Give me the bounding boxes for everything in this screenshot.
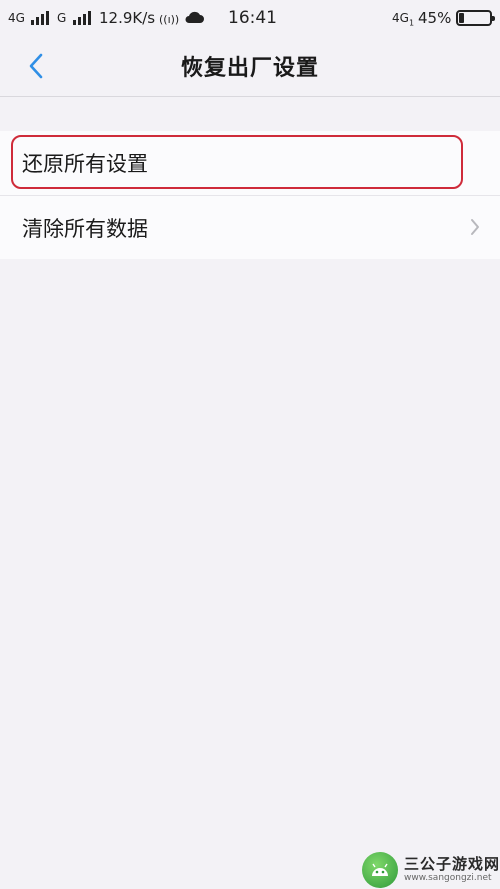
signal-strength-icon (31, 10, 49, 25)
network-type-sim1: 4G (8, 11, 25, 25)
cloud-icon (184, 9, 204, 30)
network-speed: 12.9K/s (99, 9, 156, 27)
reset-all-settings-item[interactable]: 还原所有设置 (0, 131, 500, 195)
signal-strength-icon (73, 10, 91, 25)
watermark-url: www.sangongzi.net (404, 873, 492, 883)
erase-all-data-item[interactable]: 清除所有数据 (0, 195, 500, 259)
clock-time: 16:41 (228, 8, 277, 28)
network-type-sim2: G (57, 11, 67, 25)
list-item-label: 清除所有数据 (22, 216, 148, 241)
watermark: 三公子游戏网 www.sangongzi.net (362, 850, 500, 889)
page-title: 恢复出厂设置 (180, 56, 319, 81)
list-item-label: 还原所有设置 (22, 152, 148, 176)
status-bar: 4G G 12.9K/s ((ı)) 16:41 4G1 45% (0, 0, 500, 36)
hotspot-icon: ((ı)) (159, 13, 180, 26)
network-type-data: 4G1 (392, 11, 415, 28)
nav-bar: 恢复出厂设置 (0, 36, 500, 97)
settings-list: 还原所有设置 清除所有数据 (0, 131, 500, 259)
battery-percentage: 45% (418, 9, 452, 27)
watermark-title: 三公子游戏网 (404, 855, 500, 873)
battery-icon (456, 10, 495, 26)
android-logo-icon (362, 851, 398, 888)
chevron-right-icon (471, 219, 479, 235)
